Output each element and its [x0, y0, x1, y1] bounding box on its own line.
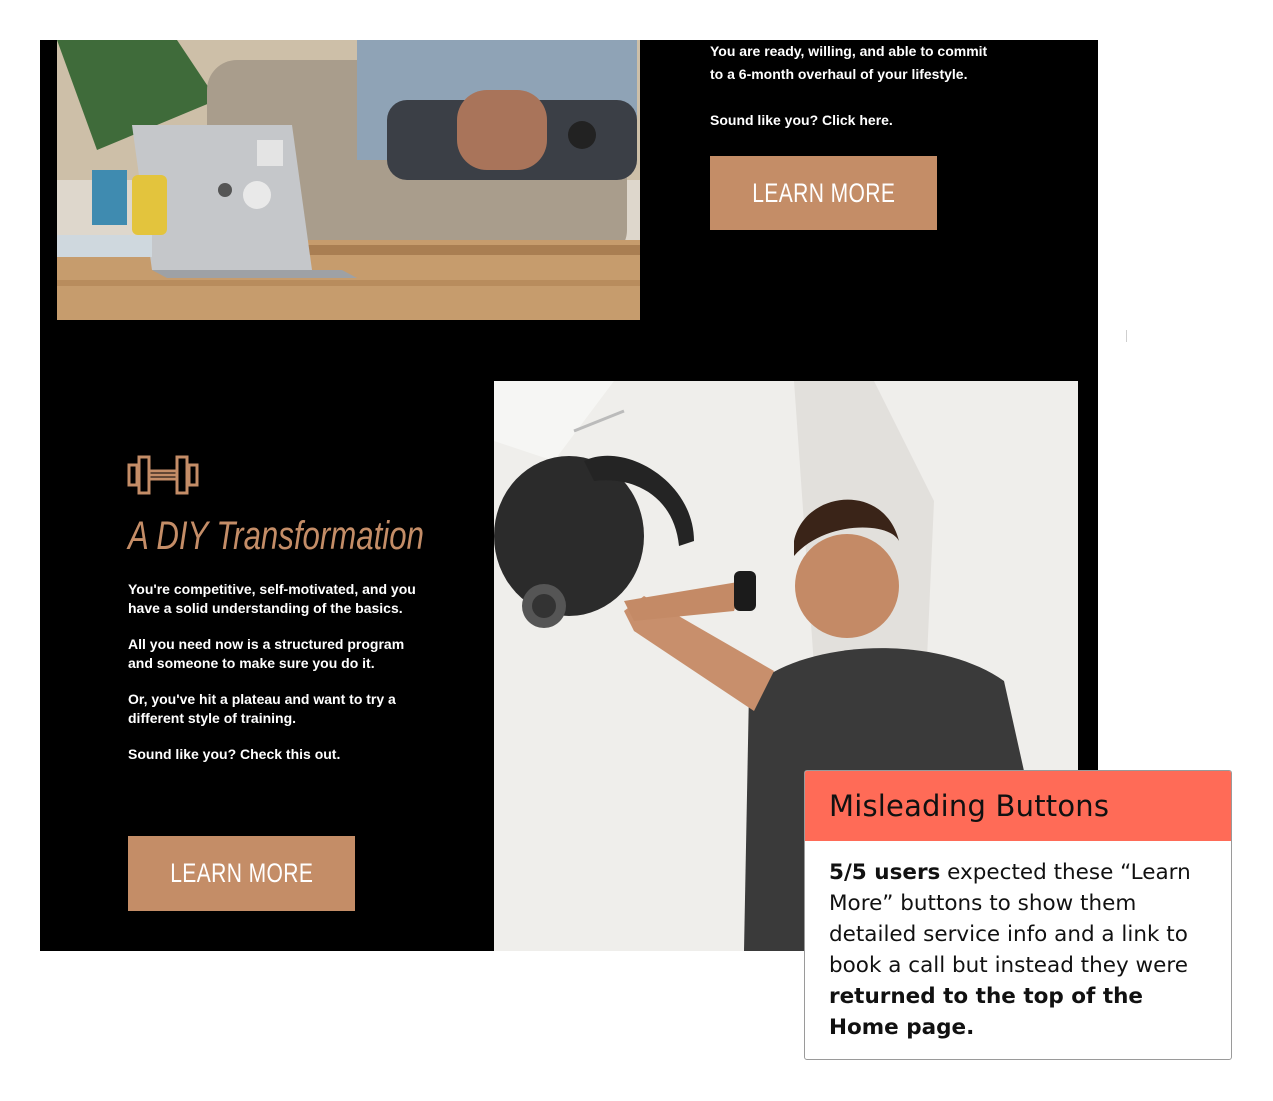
- top-line-2: to a 6-month overhaul of your lifestyle.: [710, 66, 968, 82]
- diy-paragraph: Sound like you? Check this out.: [128, 746, 341, 762]
- laptop-photo: [57, 40, 640, 320]
- callout-title: Misleading Buttons: [805, 771, 1231, 841]
- learn-more-button-top[interactable]: LEARN MORE: [710, 156, 937, 230]
- learn-more-button-bottom-label: LEARN MORE: [169, 858, 314, 888]
- learn-more-button-top-label: LEARN MORE: [751, 177, 896, 208]
- divider-tick: [1126, 330, 1127, 342]
- diy-paragraph: All you need now is a structured program…: [128, 636, 405, 671]
- callout-bold-lead: 5/5 users: [829, 860, 941, 885]
- usability-callout-card: Misleading Buttons 5/5 users expected th…: [804, 770, 1232, 1060]
- callout-body: 5/5 users expected these “Learn More” bu…: [805, 841, 1231, 1043]
- diy-paragraph: Or, you've hit a plateau and want to try…: [128, 691, 396, 726]
- diy-section-copy: You're competitive, self-motivated, and …: [128, 580, 428, 782]
- top-line-1: You are ready, willing, and able to comm…: [710, 43, 988, 59]
- top-prompt: Sound like you? Click here.: [710, 112, 893, 128]
- callout-bold-end: returned to the top of the Home page.: [829, 984, 1144, 1040]
- diy-paragraph: You're competitive, self-motivated, and …: [128, 581, 416, 616]
- dumbbell-icon: [127, 455, 199, 495]
- diy-section-title: A DIY Transformation: [128, 514, 424, 558]
- learn-more-button-bottom[interactable]: LEARN MORE: [128, 836, 355, 911]
- top-section-copy: You are ready, willing, and able to comm…: [710, 40, 1050, 132]
